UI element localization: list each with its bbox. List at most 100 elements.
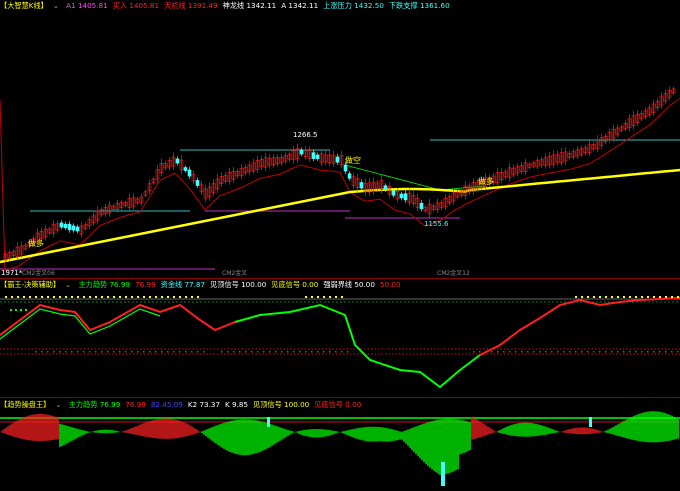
candle-body: [347, 173, 352, 179]
candle-body: [271, 157, 276, 165]
candle-body: [75, 226, 80, 232]
stock-chart-canvas[interactable]: [0, 0, 680, 491]
candle-body: [403, 193, 408, 201]
candle-body: [571, 151, 576, 158]
histogram-bar: [267, 417, 270, 427]
signal-dot: [347, 351, 349, 353]
candle-body: [303, 149, 308, 157]
signal-dot: [179, 351, 181, 353]
candle-body: [215, 178, 220, 190]
candle-body: [275, 157, 280, 164]
candle-body: [531, 162, 536, 167]
signal-dot: [245, 351, 247, 353]
candle-body: [111, 205, 116, 210]
candle-body: [175, 158, 180, 164]
candle-body: [391, 190, 396, 196]
candle-body: [315, 154, 320, 159]
signal-dot: [653, 296, 655, 298]
candle-body: [235, 170, 240, 177]
chevron-down-icon[interactable]: ⌄: [53, 1, 59, 10]
candle-body: [591, 144, 596, 150]
signal-dot: [485, 351, 487, 353]
signal-dot: [239, 351, 241, 353]
candle-body: [539, 159, 544, 166]
signal-dot: [509, 351, 511, 353]
candle-body: [463, 185, 468, 196]
candle-body: [131, 197, 136, 207]
candle-body: [643, 110, 648, 117]
signal-dot: [119, 351, 121, 353]
signal-dot: [17, 296, 19, 298]
candle-body: [143, 191, 148, 196]
signal-dot: [269, 351, 271, 353]
candle-body: [151, 178, 156, 183]
signal-dot: [287, 351, 289, 353]
panel-divider[interactable]: [0, 397, 680, 398]
candle-body: [7, 252, 12, 259]
panel1-header: 【大智慧K线】 ⌄ A1 1405.81 买入 1405.81 天机线 1391.49…: [0, 0, 460, 12]
signal-dot: [653, 351, 655, 353]
candle-body: [19, 245, 24, 255]
signal-dot: [563, 351, 565, 353]
panel2-indicator-box[interactable]: 【霸王-决策辅助】: [0, 280, 60, 289]
candle-body: [47, 228, 52, 234]
panel1-indicator-box[interactable]: 【大智慧K线】: [0, 1, 48, 10]
panel3-header: 【趋势操盘王】 ⌄ 主力趋势 76.99 76.99 82.45.09 K2 73.37…: [0, 399, 371, 411]
signal-dot: [635, 351, 637, 353]
candle-body: [39, 231, 44, 239]
candle-body: [559, 152, 564, 163]
candle-body: [71, 225, 76, 231]
indicator-value: 买入 1405.81: [112, 1, 160, 10]
signal-dot: [587, 296, 589, 298]
candle-body: [199, 184, 204, 193]
signal-dot: [25, 309, 27, 311]
signal-dot: [101, 351, 103, 353]
candle-body: [91, 215, 96, 223]
trend-line: [234, 303, 481, 389]
signal-dot: [293, 351, 295, 353]
signal-dot: [29, 296, 31, 298]
indicator-value: 82.45.09: [150, 400, 183, 409]
signal-dot: [77, 296, 79, 298]
chevron-down-icon[interactable]: ⌄: [55, 400, 61, 409]
candle-body: [527, 163, 532, 168]
signal-dot: [551, 351, 553, 353]
signal-dot: [11, 296, 13, 298]
signal-dot: [599, 296, 601, 298]
signal-dot: [203, 351, 205, 353]
candle-body: [619, 126, 624, 131]
candle-body: [583, 147, 588, 153]
candle-body: [631, 115, 636, 127]
panel-divider[interactable]: [0, 278, 680, 279]
signal-dot: [611, 296, 613, 298]
candle-body: [435, 202, 440, 211]
indicator-value: K 9.85: [225, 400, 249, 409]
indicator-value: 资金线 77.87: [160, 280, 206, 289]
candle-body: [263, 157, 268, 168]
indicator-value: 见底信号 0.00: [271, 280, 319, 289]
candle-body: [223, 174, 228, 182]
signal-dot: [191, 351, 193, 353]
indicator-value: A 1342.11: [281, 1, 319, 10]
signal-dot: [575, 296, 577, 298]
signal-dot: [137, 296, 139, 298]
panel3-indicator-box[interactable]: 【趋势操盘王】: [0, 400, 50, 409]
chevron-down-icon[interactable]: ⌄: [65, 280, 71, 289]
signal-dot: [647, 296, 649, 298]
signal-dot: [149, 296, 151, 298]
indicator-value: 见顶信号 100.00: [253, 400, 310, 409]
candle-body: [15, 246, 20, 257]
candle-body: [187, 169, 192, 177]
signal-dot: [593, 351, 595, 353]
candle-body: [355, 178, 360, 189]
candle-body: [635, 113, 640, 123]
candle-body: [351, 176, 356, 186]
candle-body: [59, 222, 64, 228]
signal-dot: [593, 296, 595, 298]
indicator-value: 50.00: [379, 280, 401, 289]
candle-body: [427, 203, 432, 215]
candle-body: [615, 127, 620, 135]
candle-body: [599, 137, 604, 146]
candle-body: [163, 163, 168, 169]
signal-dot: [83, 351, 85, 353]
